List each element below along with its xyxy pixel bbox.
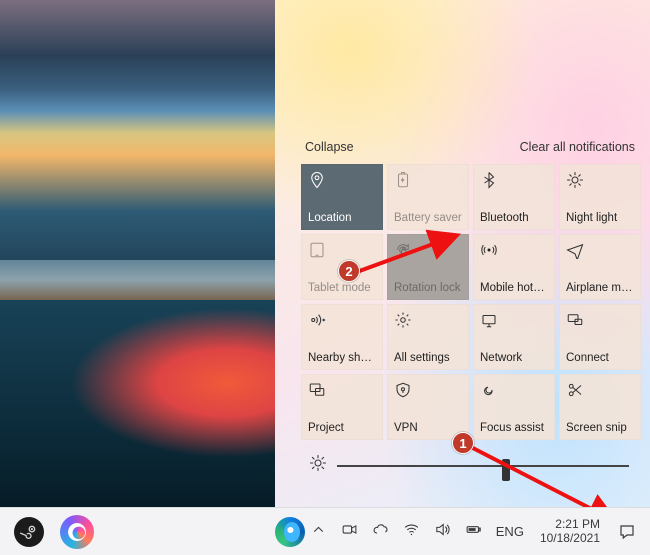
tile-label: Bluetooth [480,212,548,225]
onedrive-icon[interactable] [372,521,389,543]
annotation-marker-2: 2 [338,260,360,282]
taskbar-app-canva[interactable] [54,510,100,554]
tile-label: VPN [394,422,462,435]
bluetooth-icon [480,171,498,189]
clock-date: 10/18/2021 [540,532,600,546]
brightness-slider[interactable] [337,465,629,467]
clear-all-link[interactable]: Clear all notifications [520,140,635,154]
tablet-mode-icon [308,241,326,259]
system-tray: ENG 2:21 PM 10/18/2021 [310,518,644,546]
tile-label: Tablet mode [308,282,376,295]
tile-label: Screen snip [566,422,634,435]
wifi-icon[interactable] [403,521,420,543]
tile-all-settings[interactable]: All settings [387,304,469,370]
tile-mobile-hotspot[interactable]: Mobile hotspot [473,234,555,300]
tile-label: Mobile hotspot [480,282,548,295]
steam-icon [14,517,44,547]
night-light-icon [566,171,584,189]
tile-connect[interactable]: Connect [559,304,641,370]
taskbar-app-steam[interactable] [6,510,52,554]
tile-label: Night light [566,212,634,225]
tile-label: Project [308,422,376,435]
tile-label: Location [308,212,376,225]
tile-network[interactable]: Network [473,304,555,370]
tile-label: Nearby sharing [308,352,376,365]
quick-action-grid: Location Battery saver Bluetooth Night ligh… [295,164,641,440]
action-center-icon[interactable] [616,521,638,543]
taskbar-app-edge[interactable] [272,510,308,554]
tile-label: Focus assist [480,422,548,435]
tile-battery-saver[interactable]: Battery saver [387,164,469,230]
tile-label: Rotation lock [394,282,462,295]
airplane-mode-icon [566,241,584,259]
annotation-marker-1: 1 [452,432,474,454]
battery-saver-icon [394,171,412,189]
focus-assist-icon [480,381,498,399]
all-settings-icon [394,311,412,329]
collapse-link[interactable]: Collapse [305,140,354,154]
tile-airplane-mode[interactable]: Airplane mode [559,234,641,300]
tile-nearby-sharing[interactable]: Nearby sharing [301,304,383,370]
tile-location[interactable]: Location [301,164,383,230]
tile-bluetooth[interactable]: Bluetooth [473,164,555,230]
tile-label: Airplane mode [566,282,634,295]
edge-icon [275,517,305,547]
brightness-icon [309,454,327,477]
clock[interactable]: 2:21 PM 10/18/2021 [538,518,602,546]
tile-rotation-lock[interactable]: Rotation lock [387,234,469,300]
volume-icon[interactable] [434,521,451,543]
tile-label: All settings [394,352,462,365]
brightness-thumb[interactable] [502,459,510,481]
tray-chevron-up-icon[interactable] [310,521,327,543]
vpn-icon [394,381,412,399]
tile-label: Battery saver [394,212,462,225]
tile-project[interactable]: Project [301,374,383,440]
tile-screen-snip[interactable]: Screen snip [559,374,641,440]
screen-snip-icon [566,381,584,399]
project-icon [308,381,326,399]
rotation-lock-icon [394,241,412,259]
tile-night-light[interactable]: Night light [559,164,641,230]
canva-icon [60,515,94,549]
meet-now-icon[interactable] [341,521,358,543]
connect-icon [566,311,584,329]
tile-label: Network [480,352,548,365]
network-icon [480,311,498,329]
mobile-hotspot-icon [480,241,498,259]
screenshot-stage: Collapse Clear all notifications Locatio… [0,0,650,555]
location-icon [308,171,326,189]
nearby-sharing-icon [308,311,326,329]
taskbar: ENG 2:21 PM 10/18/2021 [0,507,650,555]
tile-label: Connect [566,352,634,365]
clock-time: 2:21 PM [540,518,600,532]
tile-focus-assist[interactable]: Focus assist [473,374,555,440]
action-center-header: Collapse Clear all notifications [295,136,641,164]
language-indicator[interactable]: ENG [496,524,524,539]
battery-icon[interactable] [465,521,482,543]
tile-vpn[interactable]: VPN [387,374,469,440]
